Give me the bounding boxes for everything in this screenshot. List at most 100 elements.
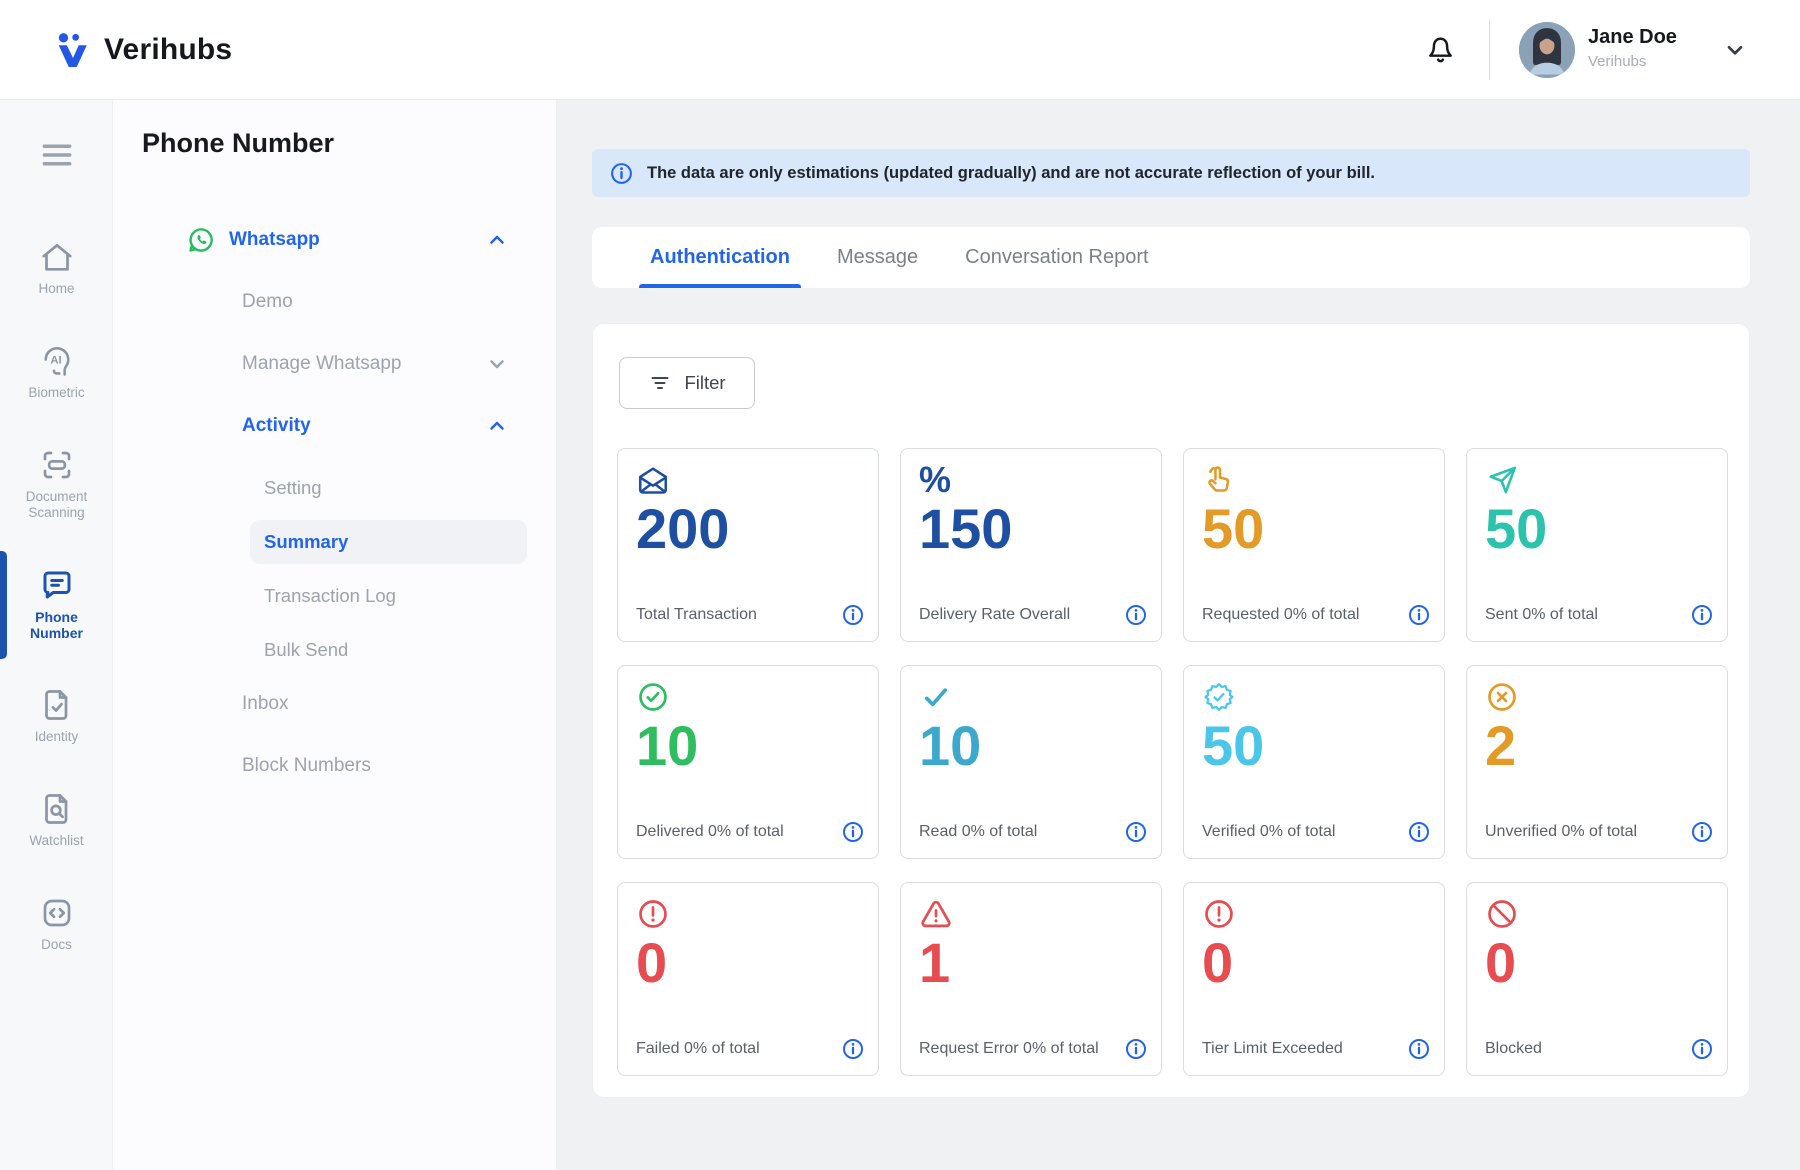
stat-card-blocked: 0 Blocked — [1466, 882, 1728, 1076]
blocked-icon — [1485, 897, 1519, 931]
docs-icon — [39, 895, 75, 931]
menu-item-demo[interactable]: Demo — [113, 280, 557, 324]
rail-item-watchlist[interactable]: Watchlist — [0, 791, 113, 849]
menu-item-transaction-log[interactable]: Transaction Log — [250, 574, 527, 618]
info-icon[interactable] — [1124, 603, 1148, 627]
tab-authentication[interactable]: Authentication — [650, 227, 790, 288]
main-content: The data are only estimations (updated g… — [557, 100, 1800, 1170]
stat-label: Blocked — [1485, 1040, 1542, 1058]
stat-card-delivery-rate-overall: %150 Delivery Rate Overall — [900, 448, 1162, 642]
sidebar-menu: Whatsapp Demo Manage Whatsapp Activity Setti… — [113, 218, 557, 806]
stats-grid: 200Total Transaction%150Delivery Rate Ov… — [617, 448, 1728, 1076]
info-icon[interactable] — [841, 603, 865, 627]
stat-label: Delivered 0% of total — [636, 823, 784, 841]
icon-rail: Home AIBiometric Document Scanning Phone Nu… — [0, 100, 113, 1170]
menu-item-label: Activity — [242, 415, 311, 437]
stat-label-row: Total Transaction — [636, 603, 865, 627]
stat-label: Tier Limit Exceeded — [1202, 1040, 1343, 1058]
brand: Verihubs — [55, 0, 232, 100]
stat-value: 50 — [1202, 716, 1426, 776]
stat-card-delivered-0-of-total: 10Delivered 0% of total — [617, 665, 879, 859]
menu-item-manage-whatsapp[interactable]: Manage Whatsapp — [113, 342, 557, 386]
chevron-up-icon — [485, 228, 509, 252]
stat-label-row: Failed 0% of total — [636, 1037, 865, 1061]
stat-label: Requested 0% of total — [1202, 606, 1359, 624]
hamburger-menu-icon[interactable] — [38, 136, 76, 174]
menu-item-label: Inbox — [242, 693, 288, 715]
rail-item-biometric[interactable]: AIBiometric — [0, 343, 113, 401]
notification-bell-icon[interactable] — [1424, 33, 1457, 66]
menu-item-label: Whatsapp — [229, 229, 320, 251]
menu-item-whatsapp[interactable]: Whatsapp — [113, 218, 557, 262]
rail-item-identity[interactable]: Identity — [0, 687, 113, 745]
stat-value: 150 — [919, 499, 1143, 559]
percent-icon: % — [919, 463, 953, 497]
menu-item-label: Summary — [264, 531, 348, 553]
send-icon — [1485, 463, 1519, 497]
stat-label: Unverified 0% of total — [1485, 823, 1637, 841]
mail-open-icon — [636, 463, 670, 497]
info-icon[interactable] — [1690, 1037, 1714, 1061]
menu-item-label: Manage Whatsapp — [242, 353, 402, 375]
info-icon[interactable] — [1124, 820, 1148, 844]
stat-value: 0 — [1485, 933, 1709, 993]
stat-label-row: Requested 0% of total — [1202, 603, 1431, 627]
stat-value: 50 — [1202, 499, 1426, 559]
rail-item-docs[interactable]: Docs — [0, 895, 113, 953]
stat-value: 10 — [919, 716, 1143, 776]
avatar[interactable] — [1519, 22, 1575, 78]
stat-value: 0 — [1202, 933, 1426, 993]
stat-label-row: Delivered 0% of total — [636, 820, 865, 844]
menu-item-summary[interactable]: Summary — [250, 520, 527, 564]
tab-conversation-report[interactable]: Conversation Report — [965, 227, 1148, 288]
menu-item-activity[interactable]: Activity — [113, 404, 557, 448]
stat-label: Sent 0% of total — [1485, 606, 1598, 624]
info-icon[interactable] — [1690, 603, 1714, 627]
rail-item-document-scanning[interactable]: Document Scanning — [0, 447, 113, 521]
info-banner-text: The data are only estimations (updated g… — [647, 164, 1375, 183]
check-circle-icon — [636, 680, 670, 714]
info-icon[interactable] — [1407, 820, 1431, 844]
alert-triangle-icon — [919, 897, 953, 931]
user-menu[interactable]: Jane Doe Verihubs — [1588, 26, 1677, 70]
filter-button-label: Filter — [684, 372, 725, 394]
stat-value: 0 — [636, 933, 860, 993]
topbar-divider — [1489, 20, 1490, 80]
tab-message[interactable]: Message — [837, 227, 918, 288]
stat-value: 2 — [1485, 716, 1709, 776]
stat-label: Request Error 0% of total — [919, 1040, 1099, 1058]
info-icon[interactable] — [1407, 603, 1431, 627]
svg-text:AI: AI — [50, 354, 61, 366]
stat-value: 1 — [919, 933, 1143, 993]
page-title: Phone Number — [142, 128, 334, 159]
user-menu-chevron-down-icon[interactable] — [1722, 37, 1748, 63]
stat-value: 50 — [1485, 499, 1709, 559]
watchlist-icon — [39, 791, 75, 827]
home-icon — [39, 239, 75, 275]
rail-item-phone-number[interactable]: Phone Number — [0, 567, 113, 641]
rail-item-label: Phone Number — [8, 609, 106, 641]
stat-label-row: Read 0% of total — [919, 820, 1148, 844]
biometric-icon: AI — [39, 343, 75, 379]
menu-item-bulk-send[interactable]: Bulk Send — [250, 628, 527, 672]
info-icon[interactable] — [1690, 820, 1714, 844]
info-icon[interactable] — [841, 820, 865, 844]
stat-label: Delivery Rate Overall — [919, 606, 1070, 624]
menu-item-inbox[interactable]: Inbox — [113, 682, 557, 726]
tap-hand-icon — [1202, 463, 1236, 497]
rail-item-label: Identity — [35, 729, 79, 745]
rail-item-label: Watchlist — [29, 833, 83, 849]
stat-label-row: Blocked — [1485, 1037, 1714, 1061]
info-icon[interactable] — [1124, 1037, 1148, 1061]
alert-circle-icon — [1202, 897, 1236, 931]
menu-item-setting[interactable]: Setting — [250, 466, 527, 510]
verified-badge-icon — [1202, 680, 1236, 714]
info-icon[interactable] — [841, 1037, 865, 1061]
menu-item-block-numbers[interactable]: Block Numbers — [113, 744, 557, 788]
filter-button[interactable]: Filter — [619, 357, 755, 409]
rail-item-label: Document Scanning — [8, 489, 106, 521]
stat-label: Read 0% of total — [919, 823, 1037, 841]
rail-item-home[interactable]: Home — [0, 239, 113, 297]
info-icon[interactable] — [1407, 1037, 1431, 1061]
rail-item-label: Docs — [41, 937, 72, 953]
